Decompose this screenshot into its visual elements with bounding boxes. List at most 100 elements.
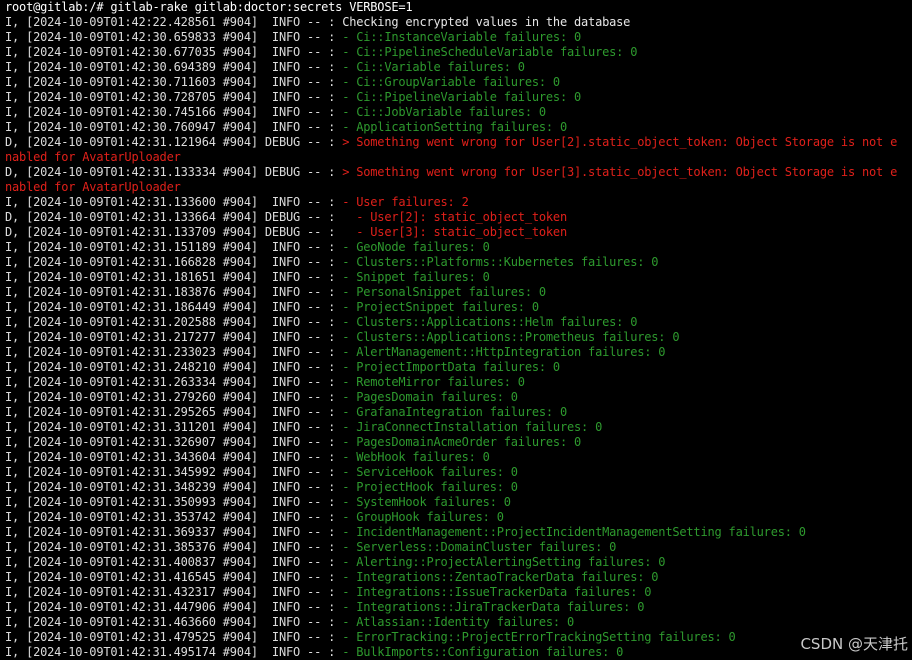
log-message: - GrafanaIntegration failures: 0 [342,405,567,419]
log-line: I, [2024-10-09T01:42:31.345992 #904] INF… [5,465,907,480]
log-prefix: I, [2024-10-09T01:42:31.348239 #904] INF… [5,480,343,494]
log-prefix: I, [2024-10-09T01:42:31.432317 #904] INF… [5,585,343,599]
log-prefix: D, [2024-10-09T01:42:31.121964 #904] DEB… [5,135,343,149]
log-line: I, [2024-10-09T01:42:31.416545 #904] INF… [5,570,907,585]
log-message: - SystemHook failures: 0 [342,495,511,509]
log-prefix: I, [2024-10-09T01:42:31.463660 #904] INF… [5,615,343,629]
log-message: - PersonalSnippet failures: 0 [342,285,546,299]
log-prefix: I, [2024-10-09T01:42:31.343604 #904] INF… [5,450,343,464]
log-line: I, [2024-10-09T01:42:31.186449 #904] INF… [5,300,907,315]
log-prefix: I, [2024-10-09T01:42:31.295265 #904] INF… [5,405,343,419]
log-prefix: I, [2024-10-09T01:42:30.677035 #904] INF… [5,45,343,59]
log-line: I, [2024-10-09T01:42:31.343604 #904] INF… [5,450,907,465]
log-prefix: I, [2024-10-09T01:42:31.345992 #904] INF… [5,465,343,479]
log-message: - Snippet failures: 0 [342,270,490,284]
log-prefix: I, [2024-10-09T01:42:31.311201 #904] INF… [5,420,343,434]
log-line: I, [2024-10-09T01:42:31.479525 #904] INF… [5,630,907,645]
log-prefix: I, [2024-10-09T01:42:31.233023 #904] INF… [5,345,343,359]
log-line: D, [2024-10-09T01:42:31.133709 #904] DEB… [5,225,907,240]
log-message: - Ci::JobVariable failures: 0 [342,105,546,119]
log-message-error: - User[2]: static_object_token [342,210,567,224]
log-message-error: nabled for AvatarUploader [5,180,181,194]
log-prefix: I, [2024-10-09T01:42:31.279260 #904] INF… [5,390,343,404]
log-message: - Alerting::ProjectAlertingSetting failu… [342,555,666,569]
log-prefix: I, [2024-10-09T01:42:31.248210 #904] INF… [5,360,343,374]
log-line: I, [2024-10-09T01:42:31.248210 #904] INF… [5,360,907,375]
log-line: nabled for AvatarUploader [5,180,907,195]
log-prefix: I, [2024-10-09T01:42:31.350993 #904] INF… [5,495,343,509]
log-prefix: I, [2024-10-09T01:42:30.760947 #904] INF… [5,120,343,134]
log-prefix: D, [2024-10-09T01:42:31.133664 #904] DEB… [5,210,343,224]
log-line: I, [2024-10-09T01:42:31.133600 #904] INF… [5,195,907,210]
log-prefix: I, [2024-10-09T01:42:30.659833 #904] INF… [5,30,343,44]
log-prefix: I, [2024-10-09T01:42:30.745166 #904] INF… [5,105,343,119]
log-message: - Serverless::DomainCluster failures: 0 [342,540,617,554]
log-message: - GeoNode failures: 0 [342,240,490,254]
log-message: - ApplicationSetting failures: 0 [342,120,567,134]
log-line: I, [2024-10-09T01:42:31.181651 #904] INF… [5,270,907,285]
log-prefix: I, [2024-10-09T01:42:31.217277 #904] INF… [5,330,343,344]
log-line: I, [2024-10-09T01:42:31.353742 #904] INF… [5,510,907,525]
log-prefix: I, [2024-10-09T01:42:31.385376 #904] INF… [5,540,343,554]
log-message: - Ci::PipelineScheduleVariable failures:… [342,45,638,59]
log-message: - PagesDomain failures: 0 [342,390,518,404]
log-prefix: D, [2024-10-09T01:42:31.133709 #904] DEB… [5,225,343,239]
log-line: I, [2024-10-09T01:42:30.728705 #904] INF… [5,90,907,105]
log-line: I, [2024-10-09T01:42:31.463660 #904] INF… [5,615,907,630]
log-prefix: I, [2024-10-09T01:42:31.447906 #904] INF… [5,600,343,614]
log-line: D, [2024-10-09T01:42:31.133334 #904] DEB… [5,165,907,180]
log-line: I, [2024-10-09T01:42:31.263334 #904] INF… [5,375,907,390]
log-line: I, [2024-10-09T01:42:30.694389 #904] INF… [5,60,907,75]
log-message: - JiraConnectInstallation failures: 0 [342,420,603,434]
log-line: D, [2024-10-09T01:42:31.133664 #904] DEB… [5,210,907,225]
log-message: - ErrorTracking::ProjectErrorTrackingSet… [342,630,736,644]
log-line: I, [2024-10-09T01:42:31.295265 #904] INF… [5,405,907,420]
log-message-error: nabled for AvatarUploader [5,150,181,164]
log-line: I, [2024-10-09T01:42:31.385376 #904] INF… [5,540,907,555]
log-message-error: > Something went wrong for User[3].stati… [342,165,898,179]
log-prefix: D, [2024-10-09T01:42:31.133334 #904] DEB… [5,165,343,179]
log-message: - ServiceHook failures: 0 [342,465,518,479]
log-prefix: I, [2024-10-09T01:42:22.428561 #904] INF… [5,15,343,29]
log-line: I, [2024-10-09T01:42:30.760947 #904] INF… [5,120,907,135]
log-message: - Clusters::Applications::Prometheus fai… [342,330,680,344]
shell-prompt-line: root@gitlab:/# gitlab-rake gitlab:doctor… [5,0,907,15]
log-message: - IncidentManagement::ProjectIncidentMan… [342,525,806,539]
log-prefix: I, [2024-10-09T01:42:31.495174 #904] INF… [5,645,343,659]
log-prefix: I, [2024-10-09T01:42:31.133600 #904] INF… [5,195,343,209]
log-message: - GroupHook failures: 0 [342,510,504,524]
log-line: I, [2024-10-09T01:42:31.326907 #904] INF… [5,435,907,450]
log-line: I, [2024-10-09T01:42:31.400837 #904] INF… [5,555,907,570]
log-message: - Clusters::Applications::Helm failures:… [342,315,638,329]
log-prefix: I, [2024-10-09T01:42:31.181651 #904] INF… [5,270,343,284]
log-prefix: I, [2024-10-09T01:42:31.369337 #904] INF… [5,525,343,539]
log-line: I, [2024-10-09T01:42:30.677035 #904] INF… [5,45,907,60]
log-line: I, [2024-10-09T01:42:31.151189 #904] INF… [5,240,907,255]
log-message: - Ci::PipelineVariable failures: 0 [342,90,582,104]
log-prefix: I, [2024-10-09T01:42:30.694389 #904] INF… [5,60,343,74]
log-line: I, [2024-10-09T01:42:31.311201 #904] INF… [5,420,907,435]
terminal-window[interactable]: root@gitlab:/# gitlab-rake gitlab:doctor… [0,0,912,660]
log-message: - Integrations::IssueTrackerData failure… [342,585,652,599]
log-line: I, [2024-10-09T01:42:31.183876 #904] INF… [5,285,907,300]
log-prefix: I, [2024-10-09T01:42:31.353742 #904] INF… [5,510,343,524]
log-prefix: I, [2024-10-09T01:42:31.183876 #904] INF… [5,285,343,299]
log-line: I, [2024-10-09T01:42:30.745166 #904] INF… [5,105,907,120]
log-message: - AlertManagement::HttpIntegration failu… [342,345,666,359]
log-line: I, [2024-10-09T01:42:31.233023 #904] INF… [5,345,907,360]
log-message: - PagesDomainAcmeOrder failures: 0 [342,435,582,449]
log-message: - ProjectSnippet failures: 0 [342,300,539,314]
log-message-error: - User failures: 2 [342,195,469,209]
log-line: I, [2024-10-09T01:42:22.428561 #904] INF… [5,15,907,30]
log-line: nabled for AvatarUploader [5,150,907,165]
log-prefix: I, [2024-10-09T01:42:31.479525 #904] INF… [5,630,343,644]
log-line: I, [2024-10-09T01:42:31.166828 #904] INF… [5,255,907,270]
log-prefix: I, [2024-10-09T01:42:31.202588 #904] INF… [5,315,343,329]
log-line: I, [2024-10-09T01:42:31.217277 #904] INF… [5,330,907,345]
log-line: I, [2024-10-09T01:42:31.279260 #904] INF… [5,390,907,405]
log-message: - Ci::GroupVariable failures: 0 [342,75,560,89]
csdn-watermark: CSDN @天津托 [800,635,908,653]
log-message-error: > Something went wrong for User[2].stati… [342,135,898,149]
log-message: - RemoteMirror failures: 0 [342,375,525,389]
log-prefix: I, [2024-10-09T01:42:31.263334 #904] INF… [5,375,343,389]
